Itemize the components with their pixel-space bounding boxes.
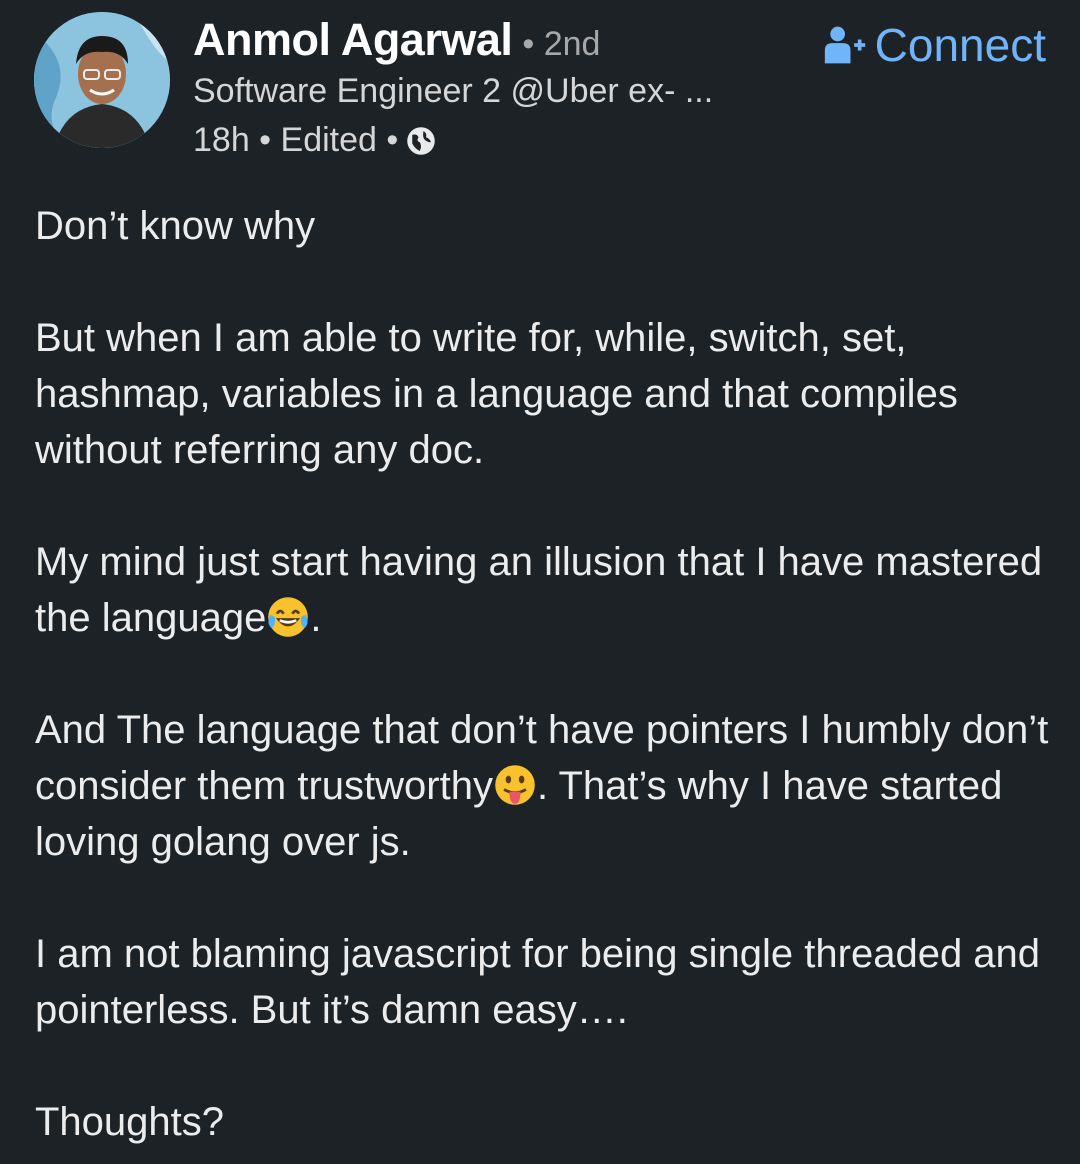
author-name-row: Anmol Agarwal • 2nd	[193, 14, 713, 66]
connect-button[interactable]: Connect	[823, 18, 1046, 72]
post-meta: 18h • Edited •	[193, 121, 713, 160]
author-info: Anmol Agarwal • 2nd Software Engineer 2 …	[193, 14, 713, 160]
globe-icon	[407, 126, 436, 155]
author-headline[interactable]: Software Engineer 2 @Uber ex- ...	[193, 72, 713, 111]
connection-degree: • 2nd	[522, 25, 601, 63]
post-paragraph-3: My mind just start having an illusion th…	[35, 534, 1065, 646]
add-person-icon	[824, 26, 865, 64]
meta-separator: •	[249, 121, 281, 159]
laughing-tears-emoji	[268, 597, 309, 637]
post-paragraph-4: And The language that don’t have pointer…	[35, 702, 1065, 870]
post-text: .	[310, 596, 322, 640]
tongue-out-emoji	[495, 765, 535, 805]
post-paragraph-2: But when I am able to write for, while, …	[35, 316, 958, 472]
post-body: Don’t know why But when I am able to wri…	[35, 198, 1065, 1150]
post-text: My mind just start having an illusion th…	[35, 540, 1043, 640]
post-paragraph-5: I am not blaming javascript for being si…	[35, 932, 1041, 1032]
post-paragraph-1: Don’t know why	[35, 204, 316, 248]
connect-label: Connect	[874, 19, 1046, 71]
edited-label: Edited	[280, 121, 377, 159]
post-header: Anmol Agarwal • 2nd Software Engineer 2 …	[0, 0, 1080, 190]
author-name[interactable]: Anmol Agarwal	[193, 14, 513, 66]
author-avatar[interactable]	[34, 12, 170, 148]
post-paragraph-6: Thoughts?	[35, 1100, 225, 1144]
post-time: 18h	[193, 121, 250, 159]
meta-separator: •	[376, 121, 399, 159]
